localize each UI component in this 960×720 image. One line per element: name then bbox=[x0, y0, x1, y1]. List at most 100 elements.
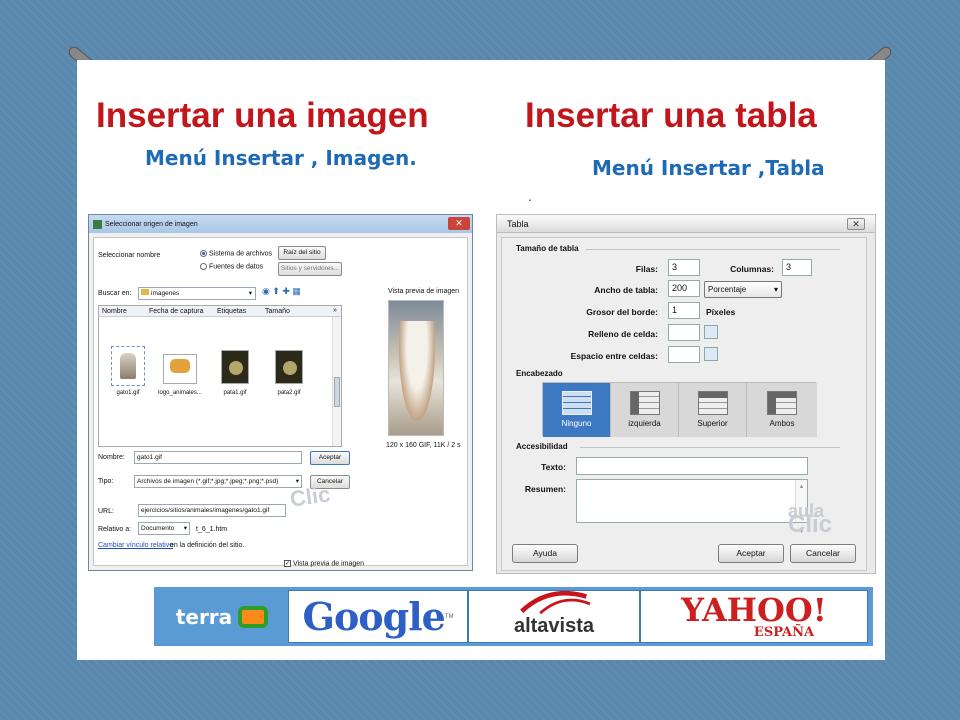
search-in-label: Buscar en: bbox=[98, 290, 132, 297]
type-label: Tipo: bbox=[98, 478, 114, 485]
relative-select[interactable]: Documento ▾ bbox=[138, 522, 190, 535]
type-select[interactable]: Archivos de imagen (*.gif;*.jpg;*.jpeg;*… bbox=[134, 475, 302, 488]
table-accept-button[interactable]: Aceptar bbox=[718, 544, 784, 563]
google-tm: TM bbox=[444, 613, 454, 620]
spacing-grid-icon[interactable] bbox=[704, 347, 718, 361]
column-tags[interactable]: Etiquetas bbox=[217, 308, 246, 315]
yahoo-logo-text: YAHOO! bbox=[681, 591, 827, 629]
altavista-swoosh-icon bbox=[520, 591, 591, 615]
rows-input[interactable]: 3 bbox=[668, 259, 700, 276]
preview-label: Vista previa de imagen bbox=[388, 288, 460, 295]
caption-input[interactable] bbox=[576, 457, 808, 475]
header-option-top[interactable]: Superior bbox=[679, 383, 747, 437]
help-button[interactable]: Ayuda bbox=[512, 544, 578, 563]
file-list[interactable]: Nombre Fecha de captura Etiquetas Tamaño… bbox=[98, 305, 342, 447]
width-label: Ancho de tabla: bbox=[594, 285, 658, 295]
radio-datasources[interactable]: Fuentes de datos bbox=[200, 263, 263, 270]
header-option-top-label: Superior bbox=[697, 419, 728, 428]
file-label-pata1: pata1.gif bbox=[223, 390, 247, 396]
watermark-left-text: Clic bbox=[288, 481, 332, 512]
folder-value: imagenes bbox=[151, 290, 180, 297]
servers-button[interactable]: Sitios y servidores... bbox=[278, 262, 342, 276]
file-list-header: Nombre Fecha de captura Etiquetas Tamaño… bbox=[99, 306, 341, 317]
paw-thumbnail bbox=[229, 361, 243, 375]
logo-yahoo[interactable]: YAHOO! ESPAÑA bbox=[640, 590, 868, 643]
table-dialog-title: Tabla bbox=[497, 215, 875, 233]
chevron-down-icon: ▾ bbox=[773, 285, 778, 294]
preview-checkbox[interactable]: ✓ Vista previa de imagen bbox=[284, 560, 364, 567]
cols-input[interactable]: 3 bbox=[782, 259, 812, 276]
width-unit-value: Porcentaje bbox=[708, 285, 747, 294]
preview-checkbox-label: Vista previa de imagen bbox=[292, 560, 365, 568]
column-size[interactable]: Tamaño bbox=[265, 308, 290, 315]
folder-icon bbox=[141, 289, 149, 295]
folder-select[interactable]: imagenes ▾ bbox=[138, 287, 256, 300]
image-dialog-close-button[interactable]: ✕ bbox=[448, 217, 470, 230]
file-list-scrollbar[interactable] bbox=[332, 317, 341, 446]
file-thumb-gato1[interactable] bbox=[111, 346, 145, 386]
logo-altavista[interactable]: altavista bbox=[468, 590, 640, 643]
rows-label: Filas: bbox=[635, 264, 658, 274]
column-date[interactable]: Fecha de captura bbox=[149, 308, 203, 315]
size-section-label: Tamaño de tabla bbox=[516, 244, 579, 253]
right-title: Insertar una tabla bbox=[525, 96, 817, 135]
size-section-divider bbox=[586, 249, 840, 250]
radio-filesystem[interactable]: Sistema de archivos bbox=[200, 250, 272, 257]
watermark-left: Clic bbox=[288, 481, 331, 511]
spacing-input[interactable] bbox=[668, 346, 700, 363]
width-input[interactable]: 200 bbox=[668, 280, 700, 297]
accept-button[interactable]: Aceptar bbox=[310, 451, 350, 465]
url-field[interactable]: ejercicios/sitios/animales/imagenes/gato… bbox=[138, 504, 286, 517]
header-option-both-label: Ambos bbox=[769, 419, 795, 428]
file-thumb-pata1[interactable] bbox=[221, 350, 249, 384]
image-dialog: Seleccionar origen de imagen ✕ Seleccion… bbox=[88, 214, 473, 571]
cat-thumbnail bbox=[120, 353, 136, 379]
cat-preview bbox=[399, 321, 435, 421]
chevron-down-icon: ▾ bbox=[248, 290, 252, 297]
more-columns-icon[interactable]: » bbox=[333, 307, 337, 314]
header-option-both[interactable]: Ambos bbox=[747, 383, 817, 437]
logo-terra[interactable]: terra bbox=[156, 590, 288, 643]
nav-icons[interactable]: ◉ ⬆ ✚ ▦ bbox=[262, 286, 301, 297]
accessibility-section-label: Accesibilidad bbox=[516, 442, 568, 451]
search-engine-logos: terra Google TM altavista YAHOO! ESPAÑA bbox=[154, 587, 873, 646]
change-link[interactable]: Cambiar vínculo relativo bbox=[98, 542, 173, 549]
name-field[interactable]: gato1.gif bbox=[134, 451, 302, 464]
table-dialog-body: Tamaño de tabla Filas: 3 Columnas: 3 Anc… bbox=[501, 237, 867, 571]
cols-label: Columnas: bbox=[730, 264, 774, 274]
name-label: Nombre: bbox=[98, 454, 125, 461]
type-value: Archivos de imagen (*.gif;*.jpg;*.jpeg;*… bbox=[137, 478, 279, 485]
padding-label: Relleno de celda: bbox=[588, 329, 658, 339]
relative-file: t_6_1.htm bbox=[196, 526, 228, 533]
text-label: Texto: bbox=[541, 462, 566, 472]
header-option-left[interactable]: izquierda bbox=[611, 383, 679, 437]
width-unit-select[interactable]: Porcentaje ▾ bbox=[704, 281, 782, 298]
file-thumb-logo[interactable] bbox=[163, 354, 197, 384]
border-label: Grosor del borde: bbox=[586, 307, 658, 317]
logo-thumbnail bbox=[170, 359, 190, 373]
image-dialog-body: Seleccionar nombre Sistema de archivos F… bbox=[93, 237, 468, 567]
file-thumb-pata2[interactable] bbox=[275, 350, 303, 384]
google-logo-text: Google bbox=[302, 594, 446, 639]
column-name[interactable]: Nombre bbox=[102, 308, 127, 315]
left-title: Insertar una imagen bbox=[96, 96, 429, 135]
table-both-icon bbox=[767, 391, 797, 415]
table-dialog-close-button[interactable]: ✕ bbox=[847, 218, 865, 230]
header-option-none[interactable]: Ninguno bbox=[543, 383, 611, 437]
table-cancel-button[interactable]: Cancelar bbox=[790, 544, 856, 563]
padding-grid-icon[interactable] bbox=[704, 325, 718, 339]
header-option-none-label: Ninguno bbox=[561, 419, 592, 428]
logo-google[interactable]: Google TM bbox=[288, 590, 468, 643]
altavista-logo-text: altavista bbox=[513, 615, 595, 637]
chevron-down-icon: ▾ bbox=[183, 525, 187, 532]
padding-input[interactable] bbox=[668, 324, 700, 341]
left-subtitle: Menú Insertar , Imagen. bbox=[145, 146, 417, 170]
header-section-label: Encabezado bbox=[516, 369, 563, 378]
table-top-icon bbox=[697, 391, 728, 415]
border-input[interactable]: 1 bbox=[668, 302, 700, 319]
site-root-button[interactable]: Raíz del sitio bbox=[278, 246, 326, 260]
summary-textarea[interactable]: ▲ ▼ bbox=[576, 479, 808, 535]
file-label-logo: logo_animales... bbox=[158, 390, 202, 396]
dreamweaver-icon bbox=[93, 219, 102, 229]
relative-value: Documento bbox=[141, 525, 175, 532]
